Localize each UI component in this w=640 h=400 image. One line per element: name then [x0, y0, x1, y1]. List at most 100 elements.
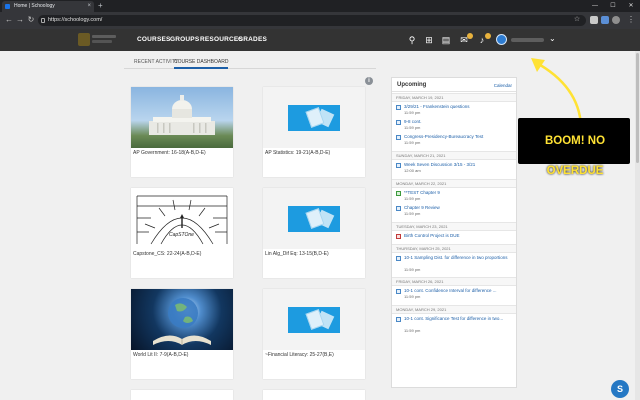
extension-icon[interactable] — [601, 16, 609, 24]
extension-icon[interactable] — [590, 16, 598, 24]
event-title[interactable]: 10-1 cont. Confidence Interval for diffe… — [404, 288, 514, 294]
upcoming-event[interactable]: 10-1 cont. Significance Test for differe… — [392, 316, 516, 333]
assignment-icon — [396, 105, 401, 110]
close-window-button[interactable]: ✕ — [622, 0, 640, 12]
annotation-text: BOOM! NO OVERDUE — [544, 135, 606, 177]
course-title[interactable]: Capstone_CS: 22-24(A-B,D-E) — [133, 251, 231, 257]
assignment-icon — [396, 191, 401, 196]
apps-grid-icon[interactable]: ⊞ — [424, 35, 434, 45]
event-time: 11:59 pm — [404, 110, 421, 115]
upcoming-header: Upcoming Calendar — [392, 78, 516, 92]
upcoming-event[interactable]: 3/29/21 - Frankenstein questions 11:59 pm — [392, 104, 516, 118]
course-title[interactable]: AP Government: 16-18(A-B,D-E) — [133, 150, 231, 156]
upcoming-day-header: FRIDAY, MARCH 26, 2021 — [392, 277, 516, 286]
browser-tab-title: Home | Schoology — [14, 3, 55, 9]
help-button[interactable]: S — [611, 380, 629, 398]
event-title[interactable]: 10-1 cont. Significance Test for differe… — [404, 316, 514, 328]
new-tab-button[interactable]: + — [98, 1, 103, 11]
calendar-link[interactable]: Calendar — [494, 83, 512, 88]
browser-toolbar: ← → ↻ https://schoology.com/ ☆ ⋮ — [0, 12, 640, 29]
upcoming-event[interactable]: 10-1 Sampling Dist. for difference in tw… — [392, 255, 516, 272]
maximize-button[interactable]: ☐ — [604, 0, 622, 12]
upcoming-event[interactable]: **TEST Chapter 9 11:59 pm — [392, 190, 516, 204]
tab-course-dashboard[interactable]: COURSE DASHBOARD — [174, 58, 229, 69]
event-title[interactable]: Congress-Presidency-Bureaucracy Test — [404, 134, 514, 140]
event-title[interactable]: 3/29/21 - Frankenstein questions — [404, 104, 514, 110]
course-image-generic — [263, 289, 365, 350]
reload-icon[interactable]: ↻ — [26, 14, 36, 26]
nav-resources[interactable]: RESOURCES — [200, 29, 243, 51]
course-image-capstone: CapSTOne — [131, 188, 233, 249]
browser-menu-icon[interactable]: ⋮ — [626, 14, 636, 26]
assignment-icon — [396, 163, 401, 168]
back-icon[interactable]: ← — [4, 14, 14, 26]
course-card[interactable]: Lin Alg_Dif Eq: 13-15(B,D-E) — [263, 188, 365, 278]
upcoming-title: Upcoming — [397, 82, 427, 88]
upcoming-day-header: TUESDAY, MARCH 23, 2021 — [392, 222, 516, 231]
assignment-icon — [396, 256, 401, 261]
forward-icon[interactable]: → — [15, 14, 25, 26]
course-placeholder-icon — [288, 105, 340, 131]
upcoming-day-header: MONDAY, MARCH 29, 2021 — [392, 305, 516, 314]
upcoming-event[interactable]: 9-8 cont. 11:59 pm — [392, 119, 516, 133]
course-title[interactable]: World Lit II: 7-9(A-B,D-E) — [133, 352, 231, 358]
upcoming-event[interactable]: Congress-Presidency-Bureaucracy Test 11:5… — [392, 134, 516, 148]
scrollbar-thumb[interactable] — [636, 53, 639, 163]
course-title[interactable]: Lin Alg_Dif Eq: 13-15(B,D-E) — [265, 251, 363, 257]
event-time: 11:59 pm — [404, 125, 421, 130]
event-title[interactable]: Birth Control Project is DUE — [404, 233, 514, 239]
event-title[interactable]: 9-8 cont. — [404, 119, 514, 125]
school-logo[interactable] — [78, 32, 116, 47]
profile-icon[interactable] — [612, 16, 620, 24]
address-bar[interactable]: https://schoology.com/ — [38, 15, 586, 26]
info-icon[interactable]: i — [365, 77, 373, 85]
course-card[interactable]: ~Financial Literacy: 25-27(B,E) — [263, 289, 365, 379]
upcoming-event[interactable]: Week Seven Discussion 3/15 - 3/21 12:00 a… — [392, 162, 516, 176]
browser-tab[interactable]: Home | Schoology × — [2, 1, 94, 12]
chevron-down-icon[interactable]: ⌄ — [549, 34, 556, 43]
schoology-favicon-icon — [5, 4, 10, 9]
course-card[interactable]: AP Statistics: 19-21(A-B,D-E) — [263, 87, 365, 177]
course-card[interactable] — [131, 390, 233, 400]
assignment-icon — [396, 135, 401, 140]
course-card[interactable]: AP Government: 16-18(A-B,D-E) — [131, 87, 233, 177]
school-crest-icon — [78, 33, 90, 46]
assignment-icon — [396, 120, 401, 125]
upcoming-event[interactable]: 10-1 cont. Confidence Interval for diffe… — [392, 288, 516, 302]
notifications-badge — [485, 33, 491, 39]
nav-courses[interactable]: COURSES — [137, 29, 171, 51]
url-text: https://schoology.com/ — [48, 17, 103, 23]
assignment-icon — [396, 234, 401, 239]
course-card[interactable] — [263, 390, 365, 400]
upcoming-event[interactable]: Chapter 9 Review 11:59 pm — [392, 205, 516, 219]
upcoming-day-header: SUNDAY, MARCH 21, 2021 — [392, 151, 516, 160]
event-time: 12:00 am — [404, 168, 421, 173]
event-title[interactable]: Chapter 9 Review — [404, 205, 514, 211]
upcoming-day-header: FRIDAY, MARCH 19, 2021 — [392, 93, 516, 102]
user-avatar[interactable] — [496, 34, 507, 45]
calendar-icon[interactable]: ▤ — [441, 35, 451, 45]
course-card[interactable]: CapSTOne Capstone_CS: 22-24(A-B,D-E) — [131, 188, 233, 278]
course-title[interactable]: AP Statistics: 19-21(A-B,D-E) — [265, 150, 363, 156]
event-time: 11:59 pm — [404, 294, 421, 299]
event-title[interactable]: **TEST Chapter 9 — [404, 190, 514, 196]
capstone-label: CapSTOne — [169, 232, 194, 238]
upcoming-panel: Upcoming Calendar FRIDAY, MARCH 19, 2021… — [391, 77, 517, 388]
event-time: 11:59 pm — [404, 196, 421, 201]
user-name-redacted[interactable] — [511, 38, 544, 42]
schoology-header: COURSES GROUPS RESOURCES GRADES ⚲ ⊞ ▤ ✉ … — [0, 29, 640, 51]
search-icon[interactable]: ⚲ — [407, 35, 417, 45]
lock-icon — [41, 18, 45, 23]
course-placeholder-icon — [288, 206, 340, 232]
bookmark-star-icon[interactable]: ☆ — [572, 14, 582, 26]
annotation-arrow-icon — [531, 58, 583, 127]
minimize-button[interactable]: — — [586, 0, 604, 12]
event-time: 11:59 pm — [404, 267, 421, 272]
nav-groups[interactable]: GROUPS — [170, 29, 199, 51]
course-card[interactable]: World Lit II: 7-9(A-B,D-E) — [131, 289, 233, 379]
close-tab-icon[interactable]: × — [87, 1, 91, 12]
event-title[interactable]: 10-1 Sampling Dist. for difference in tw… — [404, 255, 514, 267]
tab-recent-activity[interactable]: RECENT ACTIVITY — [134, 58, 178, 69]
course-title[interactable]: ~Financial Literacy: 25-27(B,E) — [265, 352, 363, 358]
nav-grades[interactable]: GRADES — [238, 29, 267, 51]
